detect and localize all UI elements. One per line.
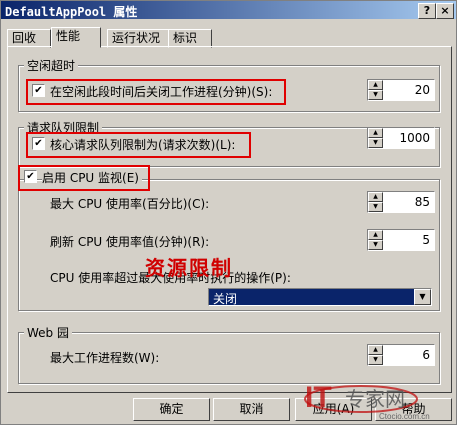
refresh-cpu-value: 5 <box>422 233 430 247</box>
idle-checkbox[interactable]: ✔ <box>32 84 45 97</box>
max-processes-label: 最大工作进程数(W): <box>50 351 160 365</box>
max-cpu-label: 最大 CPU 使用率(百分比)(C): <box>50 197 210 211</box>
chevron-down-icon[interactable]: ▼ <box>414 289 431 305</box>
svg-text:专家网: 专家网 <box>345 387 405 411</box>
title-bar: DefaultAppPool 属性 ? × <box>1 1 456 19</box>
refresh-cpu-spinner[interactable]: ▲ ▼ 5 <box>367 229 435 251</box>
spinner-arrows-icon[interactable]: ▲ ▼ <box>368 192 383 212</box>
svg-text:Ctocio.com.cn: Ctocio.com.cn <box>379 412 430 421</box>
idle-label: 在空闲此段时间后关闭工作进程(分钟)(S): <box>50 85 273 99</box>
max-cpu-value: 85 <box>414 195 430 209</box>
watermark-logo-icon: IT 专家网 Ctocio.com.cn <box>304 381 430 421</box>
cpu-label: 启用 CPU 监视(E) <box>42 169 142 186</box>
queue-limit-value: 1000 <box>399 131 430 145</box>
queue-label: 核心请求队列限制为(请求次数)(L): <box>50 138 236 152</box>
spinner-arrows-icon[interactable]: ▲ ▼ <box>368 128 383 148</box>
cpu-action-select[interactable]: 关闭 ▼ <box>208 288 432 306</box>
watermark-logo: IT 专家网 Ctocio.com.cn <box>301 371 451 421</box>
max-processes-spinner[interactable]: ▲ ▼ 6 <box>367 344 435 366</box>
cpu-action-value: 关闭 <box>213 292 238 306</box>
resource-limit-annotation: 资源限制 <box>145 256 233 280</box>
window-title: DefaultAppPool 属性 <box>5 5 138 19</box>
svg-text:IT: IT <box>305 381 332 414</box>
queue-checkbox[interactable]: ✔ <box>32 137 45 150</box>
idle-timeout-title: 空闲超时 <box>24 57 79 74</box>
max-cpu-spinner[interactable]: ▲ ▼ 85 <box>367 191 435 213</box>
tab-performance[interactable]: 性能 <box>51 27 101 48</box>
properties-dialog: DefaultAppPool 属性 ? × 回收 性能 运行状况 标识 空闲超时… <box>0 0 457 425</box>
cancel-button[interactable]: 取消 <box>213 398 290 421</box>
close-button[interactable]: × <box>436 3 454 19</box>
ok-button[interactable]: 确定 <box>133 398 210 421</box>
cpu-checkbox[interactable]: ✔ <box>24 170 37 183</box>
spinner-arrows-icon[interactable]: ▲ ▼ <box>368 230 383 250</box>
idle-minutes-spinner[interactable]: ▲ ▼ 20 <box>367 79 435 101</box>
web-garden-title: Web 园 <box>24 324 72 341</box>
help-title-button[interactable]: ? <box>418 3 436 19</box>
idle-minutes-value: 20 <box>414 83 430 97</box>
queue-limit-spinner[interactable]: ▲ ▼ 1000 <box>367 127 435 149</box>
spinner-arrows-icon[interactable]: ▲ ▼ <box>368 80 383 100</box>
refresh-cpu-label: 刷新 CPU 使用率值(分钟)(R): <box>50 235 210 249</box>
max-processes-value: 6 <box>422 348 430 362</box>
spinner-arrows-icon[interactable]: ▲ ▼ <box>368 345 383 365</box>
performance-panel: 空闲超时 ✔ 在空闲此段时间后关闭工作进程(分钟)(S): ▲ ▼ 20 请求队列… <box>7 46 452 393</box>
